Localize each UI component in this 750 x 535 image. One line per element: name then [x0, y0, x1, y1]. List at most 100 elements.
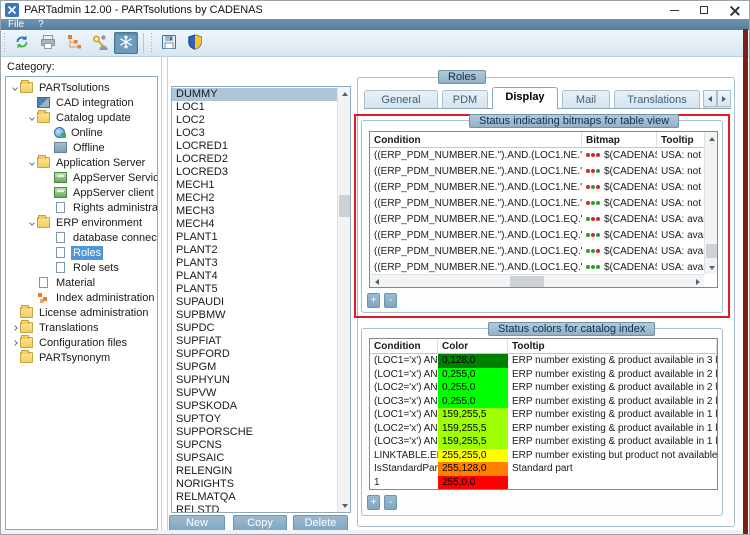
minimize-button[interactable] — [659, 1, 689, 19]
tree-item-rights-administration[interactable]: Rights administration — [6, 200, 157, 215]
list-item[interactable]: MECH4 — [172, 218, 337, 231]
tree-item-database-connection[interactable]: database connection — [6, 230, 157, 245]
tree-item-license-administration[interactable]: License administration — [6, 305, 157, 320]
list-item[interactable]: MECH2 — [172, 192, 337, 205]
chevron-expanded-icon[interactable] — [27, 116, 37, 120]
save-button[interactable] — [157, 32, 181, 54]
list-item[interactable]: LOC3 — [172, 127, 337, 140]
list-item[interactable]: SUPBMW — [172, 309, 337, 322]
list-item[interactable]: SUPPORSCHE — [172, 426, 337, 439]
tab-scroll-right-icon[interactable] — [717, 90, 731, 107]
tree-item-material[interactable]: Material — [6, 275, 157, 290]
table-row[interactable]: ((ERP_PDM_NUMBER.NE.'').AND.(LOC1.EQ.'x'… — [370, 212, 717, 228]
refresh-button[interactable] — [10, 32, 34, 54]
tree-item-translations[interactable]: Translations — [6, 320, 157, 335]
menu-file[interactable]: File — [1, 19, 31, 30]
list-item[interactable]: SUPAUDI — [172, 296, 337, 309]
scroll-left-icon[interactable] — [370, 275, 383, 288]
tab-translations[interactable]: Translations — [614, 90, 700, 109]
scroll-up-icon[interactable] — [705, 132, 718, 145]
chevron-collapsed-icon[interactable] — [10, 341, 20, 345]
tree-item-offline[interactable]: Offline — [6, 140, 157, 155]
table-row[interactable]: (LOC2='x') AN...159,255,5ERP number exis… — [370, 422, 717, 436]
table-row[interactable]: ((ERP_PDM_NUMBER.NE.'').AND.(LOC1.NE.'x'… — [370, 196, 717, 212]
scrollbar-thumb[interactable] — [339, 195, 350, 217]
tree-item-catalog-update[interactable]: Catalog update — [6, 110, 157, 125]
list-item[interactable]: SUPDC — [172, 322, 337, 335]
tree-item-index-administration[interactable]: Index administration — [6, 290, 157, 305]
add-row-button[interactable]: + — [367, 495, 380, 510]
list-item[interactable]: PLANT2 — [172, 244, 337, 257]
remove-row-button[interactable]: - — [384, 495, 397, 510]
list-item[interactable]: SUPHYUN — [172, 374, 337, 387]
list-item[interactable]: SUPGM — [172, 361, 337, 374]
tree-item-cad-integration[interactable]: CAD integration — [6, 95, 157, 110]
chevron-collapsed-icon[interactable] — [10, 326, 20, 330]
splitter[interactable] — [161, 57, 168, 532]
chevron-expanded-icon[interactable] — [27, 161, 37, 165]
tab-scroll-left-icon[interactable] — [703, 90, 717, 107]
list-item[interactable]: PLANT1 — [172, 231, 337, 244]
list-item[interactable]: SUPFIAT — [172, 335, 337, 348]
list-item[interactable]: LOCRED1 — [172, 140, 337, 153]
tab-pdm[interactable]: PDM — [442, 90, 488, 109]
tree-item-configuration-files[interactable]: Configuration files — [6, 335, 157, 350]
key-button[interactable] — [88, 32, 112, 54]
list-item[interactable]: LOC1 — [172, 101, 337, 114]
tree-item-roles[interactable]: Roles — [6, 245, 157, 260]
list-item[interactable]: SUPSAIC — [172, 452, 337, 465]
table-row[interactable]: (LOC3='x') AN...159,255,5ERP number exis… — [370, 435, 717, 449]
table-row[interactable]: (LOC1='x') AN...0,128,0ERP number existi… — [370, 354, 717, 368]
table-row[interactable]: ((ERP_PDM_NUMBER.NE.'').AND.(LOC1.NE.'x'… — [370, 164, 717, 180]
scrollbar-thumb[interactable] — [510, 276, 544, 287]
list-item[interactable]: SUPTOY — [172, 413, 337, 426]
list-item[interactable]: PLANT5 — [172, 283, 337, 296]
bitmaps-table-vscrollbar[interactable] — [704, 132, 717, 274]
index-button[interactable] — [62, 32, 86, 54]
table-row[interactable]: (LOC2='x') AN...0,255,0ERP number existi… — [370, 381, 717, 395]
chevron-expanded-icon[interactable] — [27, 221, 37, 225]
scroll-down-icon[interactable] — [705, 261, 718, 274]
snowflake-button[interactable] — [114, 32, 138, 54]
tree-item-application-server[interactable]: Application Server — [6, 155, 157, 170]
roles-list-scrollbar[interactable] — [337, 87, 350, 512]
list-item[interactable]: DUMMY — [172, 88, 337, 101]
scroll-up-icon[interactable] — [338, 87, 351, 100]
scroll-down-icon[interactable] — [338, 499, 351, 512]
table-row[interactable]: (LOC1='x') AN...159,255,5ERP number exis… — [370, 408, 717, 422]
tree-item-online[interactable]: Online — [6, 125, 157, 140]
list-item[interactable]: NORIGHTS — [172, 478, 337, 491]
tree-item-erp-environment[interactable]: ERP environment — [6, 215, 157, 230]
list-item[interactable]: RELMATQA — [172, 491, 337, 504]
table-row[interactable]: ((ERP_PDM_NUMBER.NE.'').AND.(LOC1.NE.'x'… — [370, 180, 717, 196]
menu-help[interactable]: ? — [31, 19, 51, 30]
tree-item-role-sets[interactable]: Role sets — [6, 260, 157, 275]
list-item[interactable]: MECH1 — [172, 179, 337, 192]
tab-display[interactable]: Display — [492, 87, 558, 109]
list-item[interactable]: RELENGIN — [172, 465, 337, 478]
table-row[interactable]: ((ERP_PDM_NUMBER.NE.'').AND.(LOC1.EQ.'x'… — [370, 228, 717, 244]
scrollbar-thumb[interactable] — [706, 244, 717, 258]
table-row[interactable]: ((ERP_PDM_NUMBER.NE.'').AND.(LOC1.EQ.'x'… — [370, 244, 717, 260]
list-item[interactable]: SUPVW — [172, 387, 337, 400]
close-button[interactable] — [719, 1, 749, 19]
maximize-button[interactable] — [689, 1, 719, 19]
scroll-right-icon[interactable] — [691, 275, 704, 288]
tab-general[interactable]: General — [364, 90, 438, 109]
tree-item-appserver-client[interactable]: AppServer client — [6, 185, 157, 200]
list-item[interactable]: SUPSKODA — [172, 400, 337, 413]
table-row[interactable]: (LOC1='x') AN...0,255,0ERP number existi… — [370, 368, 717, 382]
tree-item-partsynonym[interactable]: PARTsynonym — [6, 350, 157, 365]
list-item[interactable]: LOCRED2 — [172, 153, 337, 166]
list-item[interactable]: PLANT3 — [172, 257, 337, 270]
printer-button[interactable] — [36, 32, 60, 54]
list-item[interactable]: SUPFORD — [172, 348, 337, 361]
table-row[interactable]: IsStandardPart()255,128,0Standard part — [370, 462, 717, 476]
remove-row-button[interactable]: - — [384, 293, 397, 308]
list-item[interactable]: SUPCNS — [172, 439, 337, 452]
tree-item-appserver-service[interactable]: AppServer Service — [6, 170, 157, 185]
shield-button[interactable] — [183, 32, 207, 54]
list-item[interactable]: MECH3 — [172, 205, 337, 218]
list-item[interactable]: RELSTD — [172, 504, 337, 512]
chevron-expanded-icon[interactable] — [10, 86, 20, 90]
